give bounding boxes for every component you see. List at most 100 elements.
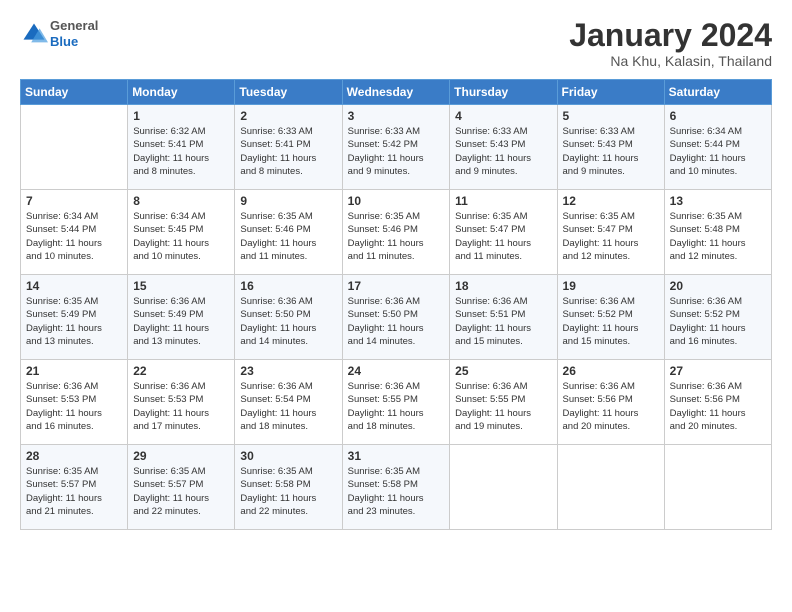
day-number: 21: [26, 364, 122, 378]
calendar-cell: 16 Sunrise: 6:36 AM Sunset: 5:50 PM Dayli…: [235, 275, 342, 360]
calendar-cell: 28 Sunrise: 6:35 AM Sunset: 5:57 PM Dayli…: [21, 445, 128, 530]
day-number: 28: [26, 449, 122, 463]
calendar-weekday-wednesday: Wednesday: [342, 80, 450, 105]
day-number: 22: [133, 364, 229, 378]
calendar-weekday-monday: Monday: [128, 80, 235, 105]
calendar-cell: 5Sunrise: 6:33 AM Sunset: 5:43 PM Daylig…: [557, 105, 664, 190]
day-number: 27: [670, 364, 766, 378]
day-number: 5: [563, 109, 659, 123]
location: Na Khu, Kalasin, Thailand: [569, 53, 772, 69]
day-info: Sunrise: 6:36 AM Sunset: 5:51 PM Dayligh…: [455, 295, 551, 348]
calendar-cell: [664, 445, 771, 530]
day-number: 6: [670, 109, 766, 123]
day-info: Sunrise: 6:36 AM Sunset: 5:50 PM Dayligh…: [240, 295, 336, 348]
day-number: 31: [348, 449, 445, 463]
day-info: Sunrise: 6:36 AM Sunset: 5:50 PM Dayligh…: [348, 295, 445, 348]
day-number: 20: [670, 279, 766, 293]
calendar-table: SundayMondayTuesdayWednesdayThursdayFrid…: [20, 79, 772, 530]
day-number: 2: [240, 109, 336, 123]
calendar-cell: [557, 445, 664, 530]
calendar-cell: 18 Sunrise: 6:36 AM Sunset: 5:51 PM Dayli…: [450, 275, 557, 360]
day-info: Sunrise: 6:33 AM Sunset: 5:42 PM Dayligh…: [348, 125, 445, 178]
calendar-weekday-friday: Friday: [557, 80, 664, 105]
day-number: 14: [26, 279, 122, 293]
day-info: Sunrise: 6:36 AM Sunset: 5:52 PM Dayligh…: [563, 295, 659, 348]
day-info: Sunrise: 6:34 AM Sunset: 5:44 PM Dayligh…: [670, 125, 766, 178]
calendar-cell: 12Sunrise: 6:35 AM Sunset: 5:47 PM Dayli…: [557, 190, 664, 275]
day-number: 15: [133, 279, 229, 293]
day-info: Sunrise: 6:35 AM Sunset: 5:46 PM Dayligh…: [348, 210, 445, 263]
logo-icon: [20, 20, 48, 48]
calendar-cell: 6 Sunrise: 6:34 AM Sunset: 5:44 PM Daylig…: [664, 105, 771, 190]
day-info: Sunrise: 6:33 AM Sunset: 5:43 PM Dayligh…: [455, 125, 551, 178]
calendar-cell: 27 Sunrise: 6:36 AM Sunset: 5:56 PM Dayli…: [664, 360, 771, 445]
day-number: 24: [348, 364, 445, 378]
calendar-cell: 26 Sunrise: 6:36 AM Sunset: 5:56 PM Dayli…: [557, 360, 664, 445]
day-number: 4: [455, 109, 551, 123]
logo-text: General Blue: [50, 18, 98, 49]
calendar-cell: 1Sunrise: 6:32 AM Sunset: 5:41 PM Daylig…: [128, 105, 235, 190]
calendar-header-row: SundayMondayTuesdayWednesdayThursdayFrid…: [21, 80, 772, 105]
calendar-cell: 15 Sunrise: 6:36 AM Sunset: 5:49 PM Dayli…: [128, 275, 235, 360]
day-info: Sunrise: 6:36 AM Sunset: 5:53 PM Dayligh…: [133, 380, 229, 433]
calendar-week-row: 7 Sunrise: 6:34 AM Sunset: 5:44 PM Daylig…: [21, 190, 772, 275]
calendar-week-row: 21 Sunrise: 6:36 AM Sunset: 5:53 PM Dayli…: [21, 360, 772, 445]
calendar-cell: 3Sunrise: 6:33 AM Sunset: 5:42 PM Daylig…: [342, 105, 450, 190]
day-number: 11: [455, 194, 551, 208]
calendar-week-row: 14 Sunrise: 6:35 AM Sunset: 5:49 PM Dayli…: [21, 275, 772, 360]
day-info: Sunrise: 6:35 AM Sunset: 5:48 PM Dayligh…: [670, 210, 766, 263]
calendar-cell: 14 Sunrise: 6:35 AM Sunset: 5:49 PM Dayli…: [21, 275, 128, 360]
calendar-week-row: 1Sunrise: 6:32 AM Sunset: 5:41 PM Daylig…: [21, 105, 772, 190]
day-info: Sunrise: 6:35 AM Sunset: 5:58 PM Dayligh…: [240, 465, 336, 518]
day-info: Sunrise: 6:36 AM Sunset: 5:53 PM Dayligh…: [26, 380, 122, 433]
day-number: 25: [455, 364, 551, 378]
day-info: Sunrise: 6:36 AM Sunset: 5:56 PM Dayligh…: [670, 380, 766, 433]
day-info: Sunrise: 6:36 AM Sunset: 5:52 PM Dayligh…: [670, 295, 766, 348]
day-info: Sunrise: 6:36 AM Sunset: 5:56 PM Dayligh…: [563, 380, 659, 433]
day-info: Sunrise: 6:36 AM Sunset: 5:55 PM Dayligh…: [348, 380, 445, 433]
logo-blue: Blue: [50, 34, 98, 50]
calendar-weekday-saturday: Saturday: [664, 80, 771, 105]
calendar-cell: 24 Sunrise: 6:36 AM Sunset: 5:55 PM Dayli…: [342, 360, 450, 445]
calendar-cell: 29Sunrise: 6:35 AM Sunset: 5:57 PM Dayli…: [128, 445, 235, 530]
day-number: 30: [240, 449, 336, 463]
calendar-cell: 13 Sunrise: 6:35 AM Sunset: 5:48 PM Dayli…: [664, 190, 771, 275]
day-info: Sunrise: 6:35 AM Sunset: 5:49 PM Dayligh…: [26, 295, 122, 348]
day-number: 7: [26, 194, 122, 208]
day-info: Sunrise: 6:34 AM Sunset: 5:44 PM Dayligh…: [26, 210, 122, 263]
day-number: 9: [240, 194, 336, 208]
day-info: Sunrise: 6:35 AM Sunset: 5:57 PM Dayligh…: [133, 465, 229, 518]
calendar-cell: 8 Sunrise: 6:34 AM Sunset: 5:45 PM Daylig…: [128, 190, 235, 275]
calendar-cell: [21, 105, 128, 190]
calendar-cell: 23 Sunrise: 6:36 AM Sunset: 5:54 PM Dayli…: [235, 360, 342, 445]
day-number: 18: [455, 279, 551, 293]
day-info: Sunrise: 6:35 AM Sunset: 5:46 PM Dayligh…: [240, 210, 336, 263]
title-section: January 2024 Na Khu, Kalasin, Thailand: [569, 18, 772, 69]
calendar-week-row: 28 Sunrise: 6:35 AM Sunset: 5:57 PM Dayli…: [21, 445, 772, 530]
day-info: Sunrise: 6:36 AM Sunset: 5:54 PM Dayligh…: [240, 380, 336, 433]
calendar-cell: 22 Sunrise: 6:36 AM Sunset: 5:53 PM Dayli…: [128, 360, 235, 445]
day-info: Sunrise: 6:36 AM Sunset: 5:49 PM Dayligh…: [133, 295, 229, 348]
day-number: 8: [133, 194, 229, 208]
day-info: Sunrise: 6:34 AM Sunset: 5:45 PM Dayligh…: [133, 210, 229, 263]
day-number: 16: [240, 279, 336, 293]
calendar-cell: 21 Sunrise: 6:36 AM Sunset: 5:53 PM Dayli…: [21, 360, 128, 445]
page: General Blue January 2024 Na Khu, Kalasi…: [0, 0, 792, 612]
day-info: Sunrise: 6:35 AM Sunset: 5:57 PM Dayligh…: [26, 465, 122, 518]
logo: General Blue: [20, 18, 98, 49]
calendar-cell: 25Sunrise: 6:36 AM Sunset: 5:55 PM Dayli…: [450, 360, 557, 445]
day-number: 19: [563, 279, 659, 293]
calendar-cell: 30 Sunrise: 6:35 AM Sunset: 5:58 PM Dayli…: [235, 445, 342, 530]
day-number: 13: [670, 194, 766, 208]
header: General Blue January 2024 Na Khu, Kalasi…: [20, 18, 772, 69]
day-number: 26: [563, 364, 659, 378]
calendar-cell: 7 Sunrise: 6:34 AM Sunset: 5:44 PM Daylig…: [21, 190, 128, 275]
day-number: 23: [240, 364, 336, 378]
calendar-cell: 19 Sunrise: 6:36 AM Sunset: 5:52 PM Dayli…: [557, 275, 664, 360]
day-number: 12: [563, 194, 659, 208]
day-info: Sunrise: 6:35 AM Sunset: 5:58 PM Dayligh…: [348, 465, 445, 518]
day-number: 17: [348, 279, 445, 293]
day-info: Sunrise: 6:35 AM Sunset: 5:47 PM Dayligh…: [455, 210, 551, 263]
day-info: Sunrise: 6:33 AM Sunset: 5:41 PM Dayligh…: [240, 125, 336, 178]
calendar-cell: 11 Sunrise: 6:35 AM Sunset: 5:47 PM Dayli…: [450, 190, 557, 275]
